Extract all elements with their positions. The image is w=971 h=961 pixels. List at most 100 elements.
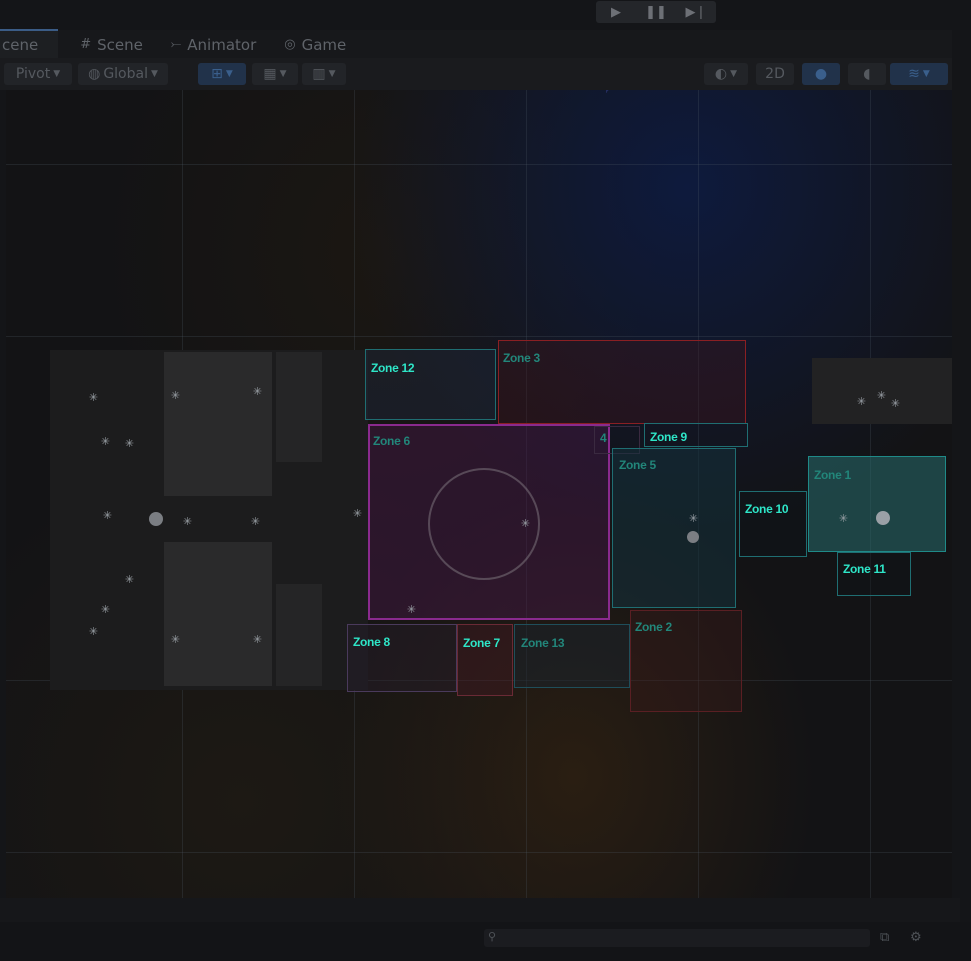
zone-label: Zone 2 [635,620,672,634]
light-icon: ✳ [124,437,135,450]
editor-tab-bar: cene # Scene ⤚ Animator ◎ Game [0,29,960,58]
tab-scene[interactable]: # Scene [66,31,157,58]
scene-view[interactable]: ✳ ✳ ✳ ✳ ✳ ✳ ✳ ✳ ✳ ✳ ✳ ✳ ✳ ✳ ✳ ✳ ✳ Zone 1… [6,90,952,898]
window-edge [952,0,971,961]
search-input[interactable]: ⚲ [484,929,870,947]
light-icon: ✳ [876,389,887,402]
light-icon: ✳ [252,633,263,646]
zone-label: Zone 3 [503,351,540,365]
step-icon: ▶❘ [685,4,707,20]
chevron-down-icon: ▼ [279,69,287,79]
left-corridor-top [276,352,322,462]
chevron-down-icon: ▼ [922,69,930,79]
global-dropdown[interactable]: ◍ Global ▼ [78,63,168,85]
pivot-label: Pivot [15,66,51,82]
tab-label: Scene [97,35,143,54]
search-icon: ⚲ [488,930,497,943]
zone-label: Zone 6 [373,434,410,448]
zone-1[interactable]: Zone 1 ✳ [808,456,946,552]
animator-icon: ⤚ [170,37,182,52]
layout-icon[interactable]: ⧉ [880,930,889,945]
light-icon: ✳ [170,633,181,646]
zone-label: Zone 10 [745,502,789,516]
zone-label: Zone 5 [619,458,656,472]
shading-icon: ◐ [714,66,728,82]
light-icon: ✳ [838,512,849,525]
zone-13[interactable]: Zone 13 [514,624,630,688]
light-icon: ✳ [250,515,261,528]
zone-2[interactable]: Zone 2 [630,610,742,712]
light-icon: ✳ [124,573,135,586]
zone-9[interactable]: Zone 9 [644,423,748,447]
light-icon: ✳ [856,395,867,408]
toggle-2d-label: 2D [765,66,785,82]
light-icon: ✳ [352,507,363,520]
shading-mode-dropdown[interactable]: ◐ ▼ [704,63,748,85]
step-button[interactable]: ▶❘ [683,3,709,21]
pivot-dropdown[interactable]: Pivot ▼ [4,63,72,85]
audio-toggle-button[interactable]: ◖ [848,63,886,85]
effects-icon: ≋ [908,66,920,82]
zone-12[interactable]: Zone 12 [365,349,496,420]
play-controls: ▶ ❚❚ ▶❘ [596,1,716,23]
light-icon: ✳ [100,603,111,616]
light-icon: ✳ [102,509,113,522]
zone-label: Zone 9 [650,430,687,444]
light-icon: ✳ [182,515,193,528]
zone-label: Zone 11 [843,562,886,576]
light-marker [687,531,699,543]
zone-label: Zone 1 [814,468,851,482]
play-button[interactable]: ▶ [603,3,629,21]
chevron-down-icon: ▼ [328,69,336,79]
zone-label: Zone 8 [353,635,390,649]
zone-label: Zone 12 [371,361,415,375]
light-icon: ✳ [520,517,531,530]
zone-label: Zone 7 [463,636,500,650]
grid-toggle-button[interactable]: ▦ ▼ [252,63,298,85]
tab-label: Game [301,35,347,54]
tab-label: cene [2,35,39,54]
left-room-bottom [164,542,272,686]
audio-icon: ◖ [863,66,871,82]
grid-snap-button[interactable]: ⊞ ▼ [198,63,246,85]
snap-increment-icon: ▥ [312,66,326,82]
zone-11[interactable]: Zone 11 [837,552,911,596]
light-icon: ✳ [252,385,263,398]
chevron-down-icon: ▼ [225,69,233,79]
light-icon: ✳ [688,512,699,525]
global-label: Global [103,66,148,82]
scene-toolbar: Pivot ▼ ◍ Global ▼ ⊞ ▼ ▦ ▼ ▥ ▼ ◐ ▼ 2D ● ◖ ≋ ▼ [0,58,960,90]
zone-label: 4 [600,431,607,445]
increment-snap-button[interactable]: ▥ ▼ [302,63,346,85]
tools-icon[interactable]: ⚙ [910,930,922,945]
tab-animator[interactable]: ⤚ Animator [157,31,270,58]
zone-8[interactable]: Zone 8 [347,624,457,692]
grid-line [6,164,952,165]
light-icon: ✳ [170,389,181,402]
tab-scene-partial[interactable]: cene [0,29,59,58]
left-corridor-bottom [276,584,322,686]
light-icon: ✳ [890,397,901,410]
light-icon: ✳ [88,625,99,638]
lighting-toggle-button[interactable]: ● [802,63,840,85]
tab-label: Animator [187,35,257,54]
effects-dropdown[interactable]: ≋ ▼ [890,63,948,85]
light-icon: ✳ [100,435,111,448]
light-icon: ✳ [88,391,99,404]
zone-10[interactable]: Zone 10 [739,491,807,557]
grid-line [6,852,952,853]
chevron-down-icon: ▼ [730,69,738,79]
zone-7[interactable]: Zone 7 [457,624,513,696]
zone-3[interactable]: Zone 3 [498,340,746,424]
pause-icon: ❚❚ [645,4,667,20]
gamepad-icon: ◎ [284,37,296,52]
pause-button[interactable]: ❚❚ [643,3,669,21]
tab-game[interactable]: ◎ Game [270,31,360,58]
toggle-2d-button[interactable]: 2D [756,63,794,85]
left-room-top [164,352,272,496]
zone-6[interactable]: Zone 6 ✳ ✳ [368,424,610,620]
grid-icon: ▦ [263,66,277,82]
zone-5[interactable]: Zone 5 ✳ [612,448,736,608]
grid-line [6,336,952,337]
scene-grid-icon: # [80,37,92,52]
